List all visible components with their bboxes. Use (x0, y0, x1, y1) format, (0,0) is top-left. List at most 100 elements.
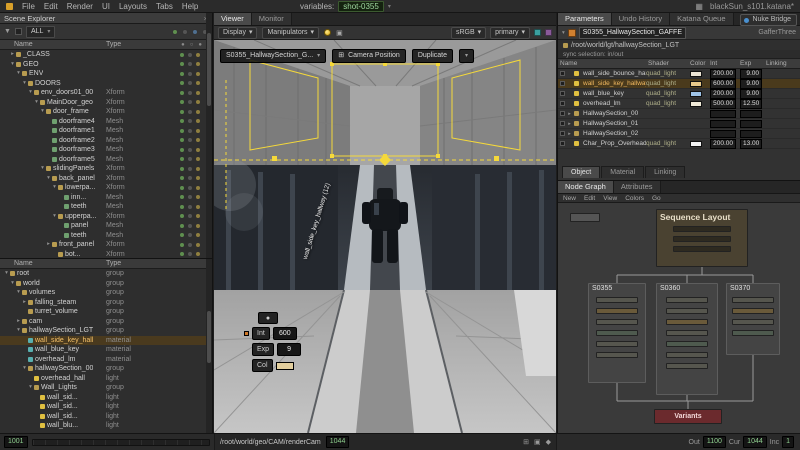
render-dot-icon[interactable] (188, 252, 192, 256)
column-name[interactable]: Name (14, 40, 33, 50)
hud-sphere-button[interactable]: ● (258, 312, 278, 324)
exposure-value[interactable]: 9.00 (740, 68, 762, 79)
tree-row[interactable]: ▾ volumes group (0, 288, 206, 298)
render-dot-icon[interactable] (188, 90, 192, 95)
render-dot-icon[interactable] (188, 166, 192, 171)
flag-dot-icon[interactable] (196, 147, 200, 152)
tree-row[interactable]: ▾ lowerpa... Xform (0, 183, 206, 193)
node-graph-menu-item[interactable]: Colors (625, 194, 644, 202)
expander-icon[interactable]: ▸ (567, 131, 572, 137)
frame-view-icon[interactable]: ▣ (534, 438, 541, 446)
tree-row[interactable]: ▾ hallwaySection_00 group (0, 364, 206, 374)
mute-checkbox[interactable] (560, 111, 565, 116)
tree-row[interactable]: ▸ cam group (0, 317, 206, 327)
graph-node[interactable] (673, 246, 731, 252)
tree-row[interactable]: wall_side_key_hall material (0, 335, 206, 345)
keyframe-icon[interactable] (244, 331, 249, 336)
tree-row[interactable]: ▾ root group (0, 269, 206, 279)
expander-icon[interactable]: ▾ (27, 383, 34, 393)
manipulators-dropdown[interactable]: Manipulators ▾ (262, 26, 320, 39)
menu-item[interactable]: UI (102, 2, 110, 11)
flag-dot-icon[interactable] (196, 223, 200, 228)
visible-dot-icon[interactable] (180, 233, 184, 237)
gaffer-subtab[interactable]: Linking (645, 166, 686, 178)
node-graph-canvas[interactable]: Sequence Layout Variants S0355 S0360 S03… (558, 203, 800, 433)
render-dot-icon[interactable] (188, 128, 192, 133)
tree-row[interactable]: ▾ hallwaySection_LGT group (0, 326, 206, 336)
tree-row[interactable]: ▸ front_panel Xform (0, 240, 206, 250)
exposure-value[interactable] (740, 109, 762, 118)
render-dot-icon[interactable] (188, 71, 192, 76)
grid-view-icon[interactable]: ⊞ (523, 438, 529, 446)
graph-node[interactable] (596, 352, 638, 358)
menu-item[interactable]: Render (67, 2, 93, 11)
light-color-swatch[interactable] (690, 100, 702, 107)
tree-row[interactable]: ▾ DOORS (0, 79, 206, 89)
graph-node[interactable] (666, 319, 708, 325)
backdrop-node[interactable] (570, 213, 600, 222)
graph-node[interactable] (732, 308, 774, 314)
render-dot-icon[interactable] (188, 204, 192, 209)
render-dot-icon[interactable] (188, 52, 192, 57)
scrollbar[interactable] (206, 259, 212, 433)
tree-row[interactable]: ▾ env_doors01_00 Xform (0, 88, 206, 98)
expander-icon[interactable]: ▾ (21, 79, 28, 89)
gaffer-light-row[interactable]: Char_Prop_Overhead_lot quad_light 200.00… (558, 138, 800, 149)
intensity-value[interactable]: 200.00 (710, 138, 736, 149)
visible-dot-icon[interactable] (180, 195, 184, 199)
flag-dot-icon[interactable] (196, 119, 200, 123)
visible-dot-icon[interactable] (180, 176, 184, 180)
tree-row[interactable]: ▾ ENV (0, 69, 206, 79)
intensity-value[interactable]: 200.00 (710, 68, 736, 79)
graph-node[interactable] (596, 308, 638, 314)
visible-dot-icon[interactable] (180, 128, 184, 133)
flag-dot-icon[interactable] (196, 195, 200, 199)
intensity-value[interactable] (710, 119, 736, 128)
exposure-value[interactable]: 9.00 (740, 88, 762, 99)
render-dot-icon[interactable] (188, 157, 192, 161)
graph-node[interactable] (666, 308, 708, 314)
flag-dot-icon[interactable] (196, 166, 200, 171)
expander-icon[interactable]: ▾ (9, 279, 16, 289)
flag-dot-icon[interactable] (196, 128, 200, 133)
graph-node[interactable] (596, 341, 638, 347)
expander-icon[interactable]: ▾ (39, 164, 46, 174)
col-color[interactable]: Color (688, 60, 708, 67)
visible-dot-icon[interactable] (180, 204, 184, 209)
tree-row[interactable]: doorframe2 Mesh (0, 136, 206, 146)
expander-icon[interactable]: ▸ (15, 317, 22, 327)
flag-dot-icon[interactable] (196, 242, 200, 247)
render-dot-icon[interactable] (188, 147, 192, 152)
light-manipulator-icon[interactable] (324, 29, 332, 36)
gaffer-light-row[interactable]: wall_blue_key quad_light 200.00 9.00 (558, 88, 800, 99)
expand-icon[interactable]: ◆ (546, 438, 551, 446)
expander-icon[interactable]: ▾ (45, 174, 52, 184)
tree-row[interactable]: wall_sid... light (0, 402, 206, 412)
node-graph-menu-item[interactable]: New (563, 194, 576, 202)
col-exp[interactable]: Exp (738, 60, 764, 67)
menu-item[interactable]: Layouts (119, 2, 147, 11)
expander-icon[interactable]: ▾ (51, 212, 58, 222)
tree-row[interactable]: ▾ Wall_Lights group (0, 383, 206, 393)
tree-row[interactable]: ▾ world group (0, 279, 206, 289)
light-color-swatch[interactable] (690, 140, 702, 147)
graph-node[interactable] (732, 319, 774, 325)
visible-dot-icon[interactable] (180, 81, 184, 85)
node-graph-menu-item[interactable]: View (603, 194, 617, 202)
expander-icon[interactable]: ▾ (3, 269, 10, 279)
tree-row[interactable]: ▾ GEO (0, 60, 206, 70)
column-name[interactable]: Name (14, 259, 33, 269)
visible-dot-icon[interactable] (180, 62, 184, 66)
tree-row[interactable]: doorframe3 Mesh (0, 145, 206, 155)
expander-icon[interactable]: ▾ (15, 288, 22, 298)
render-toggle-icon[interactable] (172, 28, 178, 35)
gaffer-root-path[interactable]: /root/world/lgt/hallwaySection_LGT (558, 40, 800, 50)
intensity-value[interactable]: 200.00 (710, 88, 736, 99)
graph-node[interactable] (596, 297, 638, 303)
expander-icon[interactable]: ▾ (15, 69, 22, 79)
expander-icon[interactable]: ▾ (33, 98, 40, 108)
viewer-tab[interactable]: Viewer (214, 13, 252, 25)
frame-in-field[interactable]: 1001 (4, 436, 28, 448)
expander-icon[interactable]: ▾ (21, 364, 28, 374)
timeline-track[interactable] (31, 438, 210, 446)
